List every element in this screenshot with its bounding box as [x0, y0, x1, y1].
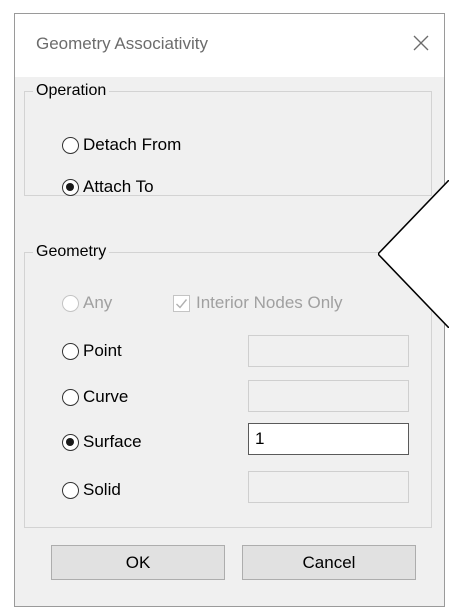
radio-label-any: Any	[83, 293, 113, 312]
radio-curve[interactable]: Curve	[62, 387, 128, 407]
curve-id-field[interactable]	[248, 380, 409, 412]
interior-nodes-only-checkbox[interactable]: Interior Nodes Only	[173, 293, 342, 313]
radio-surface[interactable]: Surface	[62, 432, 142, 452]
radio-label-surface: Surface	[83, 432, 142, 451]
radio-button-icon[interactable]	[62, 388, 79, 406]
close-icon	[413, 35, 429, 51]
radio-label-detach-from: Detach From	[83, 135, 182, 154]
radio-button-checked-icon[interactable]	[62, 178, 79, 196]
checkbox-icon[interactable]	[173, 294, 190, 312]
radio-point[interactable]: Point	[62, 341, 122, 361]
surface-id-field[interactable]: 1	[248, 423, 409, 455]
radio-label-point: Point	[83, 341, 122, 360]
radio-button-disabled-icon[interactable]	[62, 294, 79, 312]
operation-legend: Operation	[36, 82, 107, 99]
radio-button-icon[interactable]	[62, 136, 79, 154]
radio-label-curve: Curve	[83, 387, 129, 406]
radio-any[interactable]: Any	[62, 293, 112, 313]
radio-solid[interactable]: Solid	[62, 480, 121, 500]
cancel-button[interactable]: Cancel	[242, 545, 416, 580]
radio-button-icon[interactable]	[62, 481, 79, 499]
geometry-legend: Geometry	[36, 243, 107, 260]
solid-id-field[interactable]	[248, 471, 409, 503]
ok-button[interactable]: OK	[51, 545, 225, 580]
close-button[interactable]	[404, 26, 438, 60]
interior-nodes-only-label: Interior Nodes Only	[196, 293, 343, 312]
dialog-title: Geometry Associativity	[36, 34, 208, 53]
checkmark-icon	[176, 298, 188, 309]
radio-button-icon[interactable]	[62, 342, 79, 360]
pointer-callout-icon	[378, 180, 449, 328]
point-id-field[interactable]	[248, 335, 409, 367]
radio-label-attach-to: Attach To	[83, 177, 154, 196]
radio-attach-to[interactable]: Attach To	[62, 177, 154, 197]
title-bar: Geometry Associativity	[15, 14, 444, 77]
radio-label-solid: Solid	[83, 480, 121, 499]
radio-detach-from[interactable]: Detach From	[62, 135, 181, 155]
radio-button-checked-icon[interactable]	[62, 433, 79, 451]
